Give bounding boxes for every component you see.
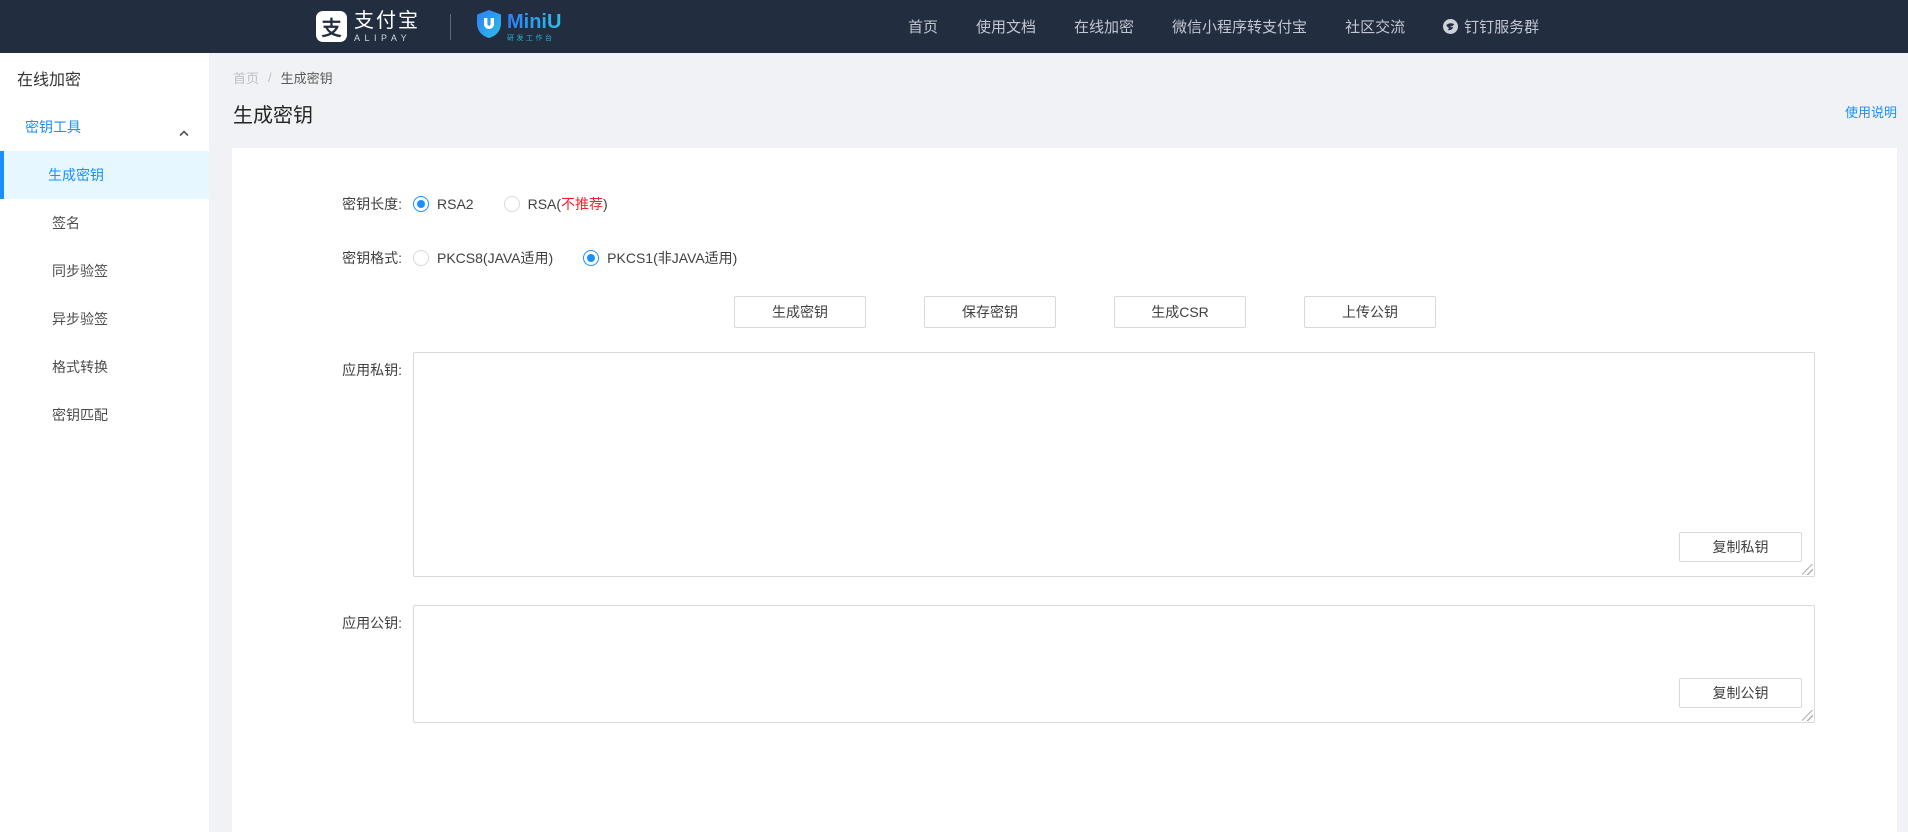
key-length-row: 密钥长度: RSA2 RSA(不推荐) — [232, 194, 1897, 214]
resize-handle-icon[interactable] — [1802, 710, 1813, 721]
nav-item-docs[interactable]: 使用文档 — [976, 16, 1036, 37]
actions-row: 生成密钥 保存密钥 生成CSR 上传公钥 — [734, 296, 1897, 328]
rsa-label-suffix: ) — [603, 196, 608, 212]
key-length-label: 密钥长度: — [232, 194, 402, 214]
rsa-not-recommended: 不推荐 — [561, 196, 603, 212]
dingtalk-icon — [1443, 19, 1458, 34]
radio-rsa-label: RSA(不推荐) — [528, 194, 608, 214]
top-navbar: 支 支付宝 ALIPAY MiniU 研发工作 — [0, 0, 1908, 53]
sidebar-item-label: 格式转换 — [52, 357, 108, 377]
public-key-textarea[interactable] — [414, 606, 1814, 722]
alipay-logo-icon: 支 — [316, 11, 347, 42]
alipay-name-cn: 支付宝 — [354, 11, 420, 31]
key-length-options: RSA2 RSA(不推荐) — [413, 194, 638, 214]
logo-block: 支 支付宝 ALIPAY MiniU 研发工作 — [316, 10, 561, 43]
logo-divider — [450, 14, 451, 40]
generate-csr-button[interactable]: 生成CSR — [1114, 296, 1246, 328]
sidebar-item-key-match[interactable]: 密钥匹配 — [0, 391, 209, 439]
alipay-glyph: 支 — [322, 12, 342, 41]
nav-item-label: 微信小程序转支付宝 — [1172, 16, 1307, 37]
nav-item-dingtalk-group[interactable]: 钉钉服务群 — [1443, 16, 1539, 37]
nav-item-wechat-to-alipay[interactable]: 微信小程序转支付宝 — [1172, 16, 1307, 37]
radio-circle-icon[interactable] — [583, 250, 599, 266]
nav-item-label: 使用文档 — [976, 16, 1036, 37]
public-key-area: 复制公钥 — [413, 605, 1815, 723]
radio-pkcs1-label: PKCS1(非JAVA适用) — [607, 248, 737, 268]
breadcrumb-home[interactable]: 首页 — [233, 68, 259, 87]
miniu-logo: MiniU 研发工作台 — [477, 10, 561, 43]
sidebar-item-label: 同步验签 — [52, 261, 108, 281]
sidebar-item-label: 密钥匹配 — [52, 405, 108, 425]
miniu-subtitle: 研发工作台 — [507, 35, 561, 42]
miniu-shield-icon — [477, 10, 501, 43]
nav-item-home[interactable]: 首页 — [908, 16, 938, 37]
sidebar-item-format-convert[interactable]: 格式转换 — [0, 343, 209, 391]
public-key-row: 应用公钥: 复制公钥 — [232, 605, 1897, 723]
content-card: 密钥长度: RSA2 RSA(不推荐) 密钥格式: PKCS8(JAVA适用) … — [232, 148, 1897, 832]
rsa-label-prefix: RSA( — [528, 196, 561, 212]
sidebar-item-sync-verify[interactable]: 同步验签 — [0, 247, 209, 295]
chevron-up-icon — [179, 124, 189, 140]
private-key-textarea[interactable] — [414, 353, 1814, 576]
breadcrumb: 首页 / 生成密钥 — [233, 68, 333, 87]
sidebar-item-label: 生成密钥 — [48, 165, 104, 185]
copy-private-key-button[interactable]: 复制私钥 — [1679, 532, 1802, 562]
sidebar-item-sign[interactable]: 签名 — [0, 199, 209, 247]
copy-public-key-button[interactable]: 复制公钥 — [1679, 678, 1802, 708]
sidebar-item-generate-key[interactable]: 生成密钥 — [0, 151, 209, 199]
key-format-row: 密钥格式: PKCS8(JAVA适用) PKCS1(非JAVA适用) — [232, 248, 1897, 268]
miniu-logo-text: MiniU 研发工作台 — [507, 12, 561, 42]
sidebar: 在线加密 密钥工具 生成密钥 签名 同步验签 异步验签 格式转换 密钥匹配 — [0, 53, 209, 832]
page-title: 生成密钥 — [233, 99, 313, 128]
key-format-label: 密钥格式: — [232, 248, 402, 268]
public-key-label: 应用公钥: — [232, 613, 402, 633]
sidebar-group-key-tools[interactable]: 密钥工具 — [0, 103, 209, 151]
resize-handle-icon[interactable] — [1802, 564, 1813, 575]
nav-item-online-encrypt[interactable]: 在线加密 — [1074, 16, 1134, 37]
radio-rsa2-label: RSA2 — [437, 196, 474, 212]
alipay-logo-text: 支付宝 ALIPAY — [354, 11, 420, 43]
private-key-area: 复制私钥 — [413, 352, 1815, 577]
radio-circle-icon[interactable] — [413, 196, 429, 212]
radio-pkcs8[interactable]: PKCS8(JAVA适用) — [413, 248, 553, 268]
sidebar-item-label: 异步验签 — [52, 309, 108, 329]
nav-item-label: 钉钉服务群 — [1464, 16, 1539, 37]
nav-item-community[interactable]: 社区交流 — [1345, 16, 1405, 37]
radio-rsa2[interactable]: RSA2 — [413, 196, 474, 212]
miniu-name: MiniU — [507, 12, 561, 32]
breadcrumb-separator: / — [268, 70, 272, 85]
radio-rsa[interactable]: RSA(不推荐) — [504, 194, 608, 214]
sidebar-title: 在线加密 — [0, 53, 209, 103]
nav-item-label: 社区交流 — [1345, 16, 1405, 37]
breadcrumb-current: 生成密钥 — [281, 68, 333, 87]
sidebar-item-async-verify[interactable]: 异步验签 — [0, 295, 209, 343]
radio-circle-icon[interactable] — [504, 196, 520, 212]
private-key-label: 应用私钥: — [232, 360, 402, 380]
nav-item-label: 在线加密 — [1074, 16, 1134, 37]
key-format-options: PKCS8(JAVA适用) PKCS1(非JAVA适用) — [413, 248, 767, 268]
sidebar-item-label: 签名 — [52, 213, 80, 233]
radio-circle-icon[interactable] — [413, 250, 429, 266]
generate-key-button[interactable]: 生成密钥 — [734, 296, 866, 328]
nav-item-label: 首页 — [908, 16, 938, 37]
radio-pkcs1[interactable]: PKCS1(非JAVA适用) — [583, 248, 737, 268]
radio-pkcs8-label: PKCS8(JAVA适用) — [437, 248, 553, 268]
sidebar-group-label: 密钥工具 — [25, 117, 81, 137]
alipay-name-en: ALIPAY — [354, 34, 420, 43]
upload-public-key-button[interactable]: 上传公钥 — [1304, 296, 1436, 328]
private-key-row: 应用私钥: 复制私钥 — [232, 328, 1897, 577]
usage-help-link[interactable]: 使用说明 — [1845, 102, 1897, 121]
nav-menu: 首页 使用文档 在线加密 微信小程序转支付宝 社区交流 钉钉服务群 — [908, 0, 1539, 53]
save-key-button[interactable]: 保存密钥 — [924, 296, 1056, 328]
